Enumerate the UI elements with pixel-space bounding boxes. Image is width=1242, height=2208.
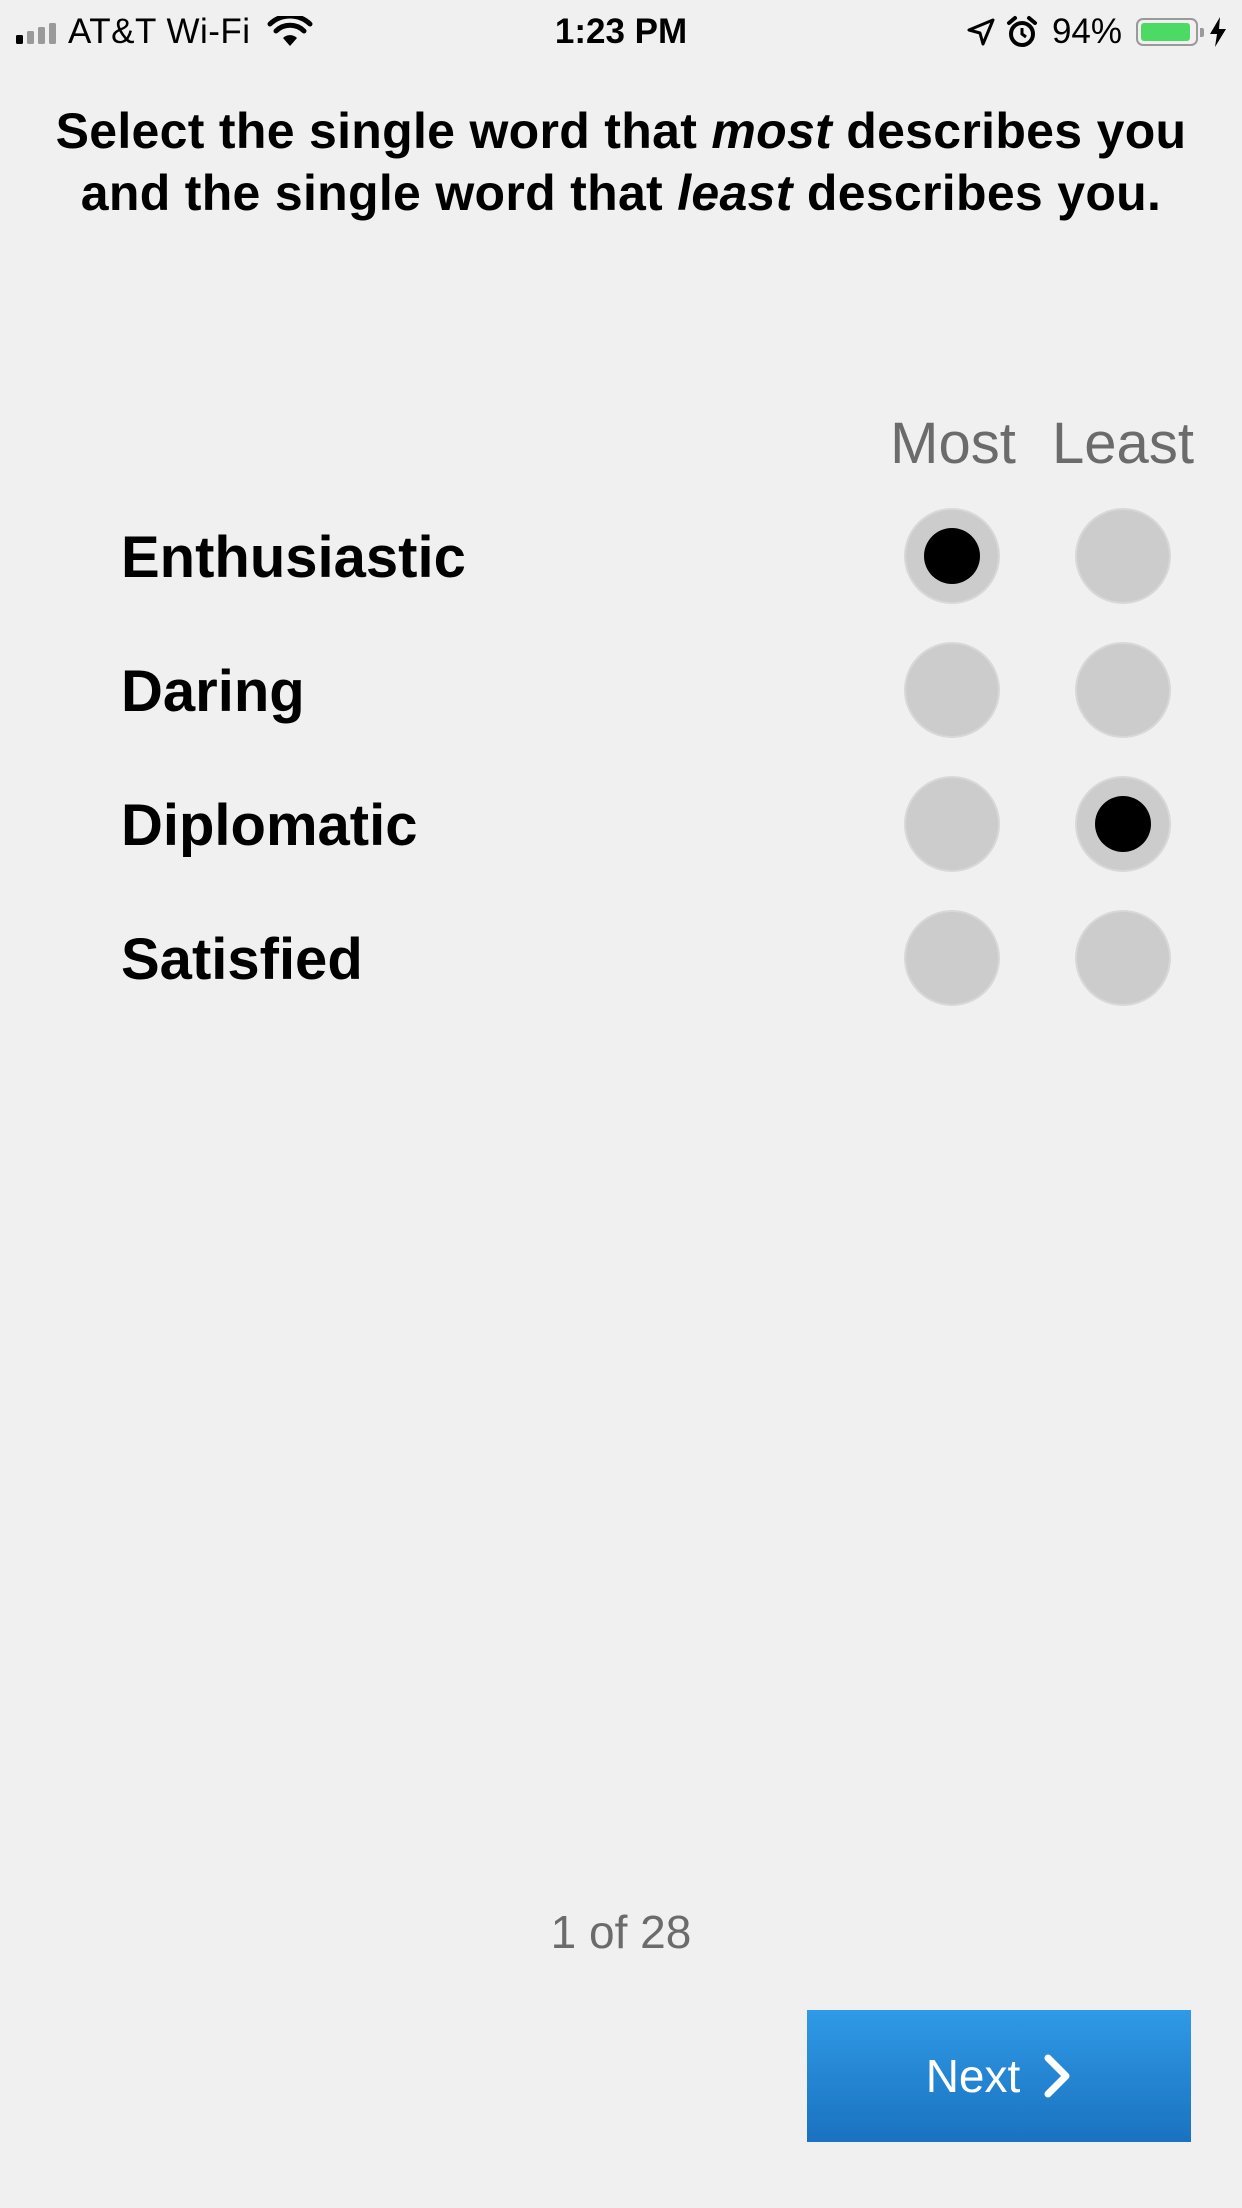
- prompt-text-1: Select the single word that: [55, 103, 712, 159]
- location-icon: [967, 18, 995, 46]
- radio-selected-dot: [924, 528, 980, 584]
- battery-icon: [1136, 18, 1204, 46]
- word-row: Satisfied: [0, 910, 1242, 1010]
- prompt-emphasis-least: least: [677, 165, 793, 221]
- page-indicator: 1 of 28: [550, 1906, 692, 1958]
- word-row: Daring: [0, 642, 1242, 742]
- alarm-icon: [1006, 16, 1037, 47]
- question-prompt: Select the single word that most describ…: [40, 100, 1202, 224]
- word-label: Daring: [121, 659, 305, 724]
- least-radio-button[interactable]: [1075, 910, 1171, 1006]
- battery-percent: 94%: [1051, 12, 1122, 51]
- word-row: Enthusiastic: [0, 508, 1242, 608]
- least-radio-button[interactable]: [1075, 508, 1171, 604]
- most-radio-button[interactable]: [904, 910, 1000, 1006]
- chevron-right-icon: [1044, 2054, 1070, 2098]
- word-label: Diplomatic: [121, 793, 418, 858]
- word-label: Enthusiastic: [121, 525, 466, 590]
- least-radio-button[interactable]: [1075, 776, 1171, 872]
- most-radio-button[interactable]: [904, 642, 1000, 738]
- column-header-most: Most: [890, 411, 1016, 476]
- word-label: Satisfied: [121, 927, 363, 992]
- radio-selected-dot: [1095, 796, 1151, 852]
- prompt-text-3: describes you.: [792, 165, 1162, 221]
- prompt-emphasis-most: most: [711, 103, 833, 159]
- next-button[interactable]: Next: [807, 2010, 1191, 2142]
- status-bar: AT&T Wi-Fi 1:23 PM 94%: [0, 0, 1242, 62]
- charging-icon: [1210, 17, 1226, 47]
- most-radio-button[interactable]: [904, 776, 1000, 872]
- most-radio-button[interactable]: [904, 508, 1000, 604]
- least-radio-button[interactable]: [1075, 642, 1171, 738]
- next-button-label: Next: [925, 2050, 1021, 2102]
- column-header-least: Least: [1052, 411, 1194, 476]
- word-row: Diplomatic: [0, 776, 1242, 876]
- status-right: 94%: [966, 10, 1228, 54]
